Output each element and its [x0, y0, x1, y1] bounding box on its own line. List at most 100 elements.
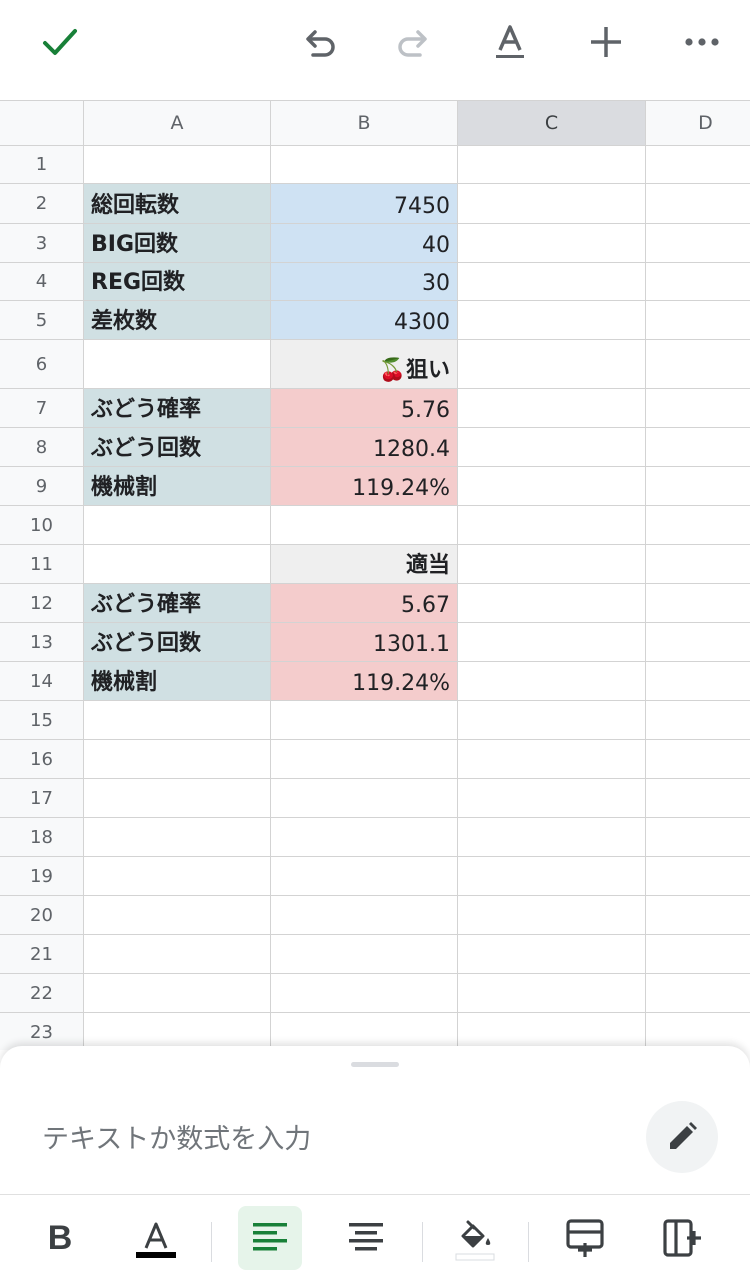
- cell-a13[interactable]: ぶどう回数: [84, 623, 271, 662]
- cell-c18[interactable]: [458, 818, 646, 857]
- cell-b8[interactable]: 1280.4: [271, 428, 458, 467]
- cell-c4[interactable]: [458, 263, 646, 301]
- cell-a16[interactable]: [84, 740, 271, 779]
- fill-color-button[interactable]: [443, 1206, 507, 1270]
- cell-c15[interactable]: [458, 701, 646, 740]
- cell-b23[interactable]: [271, 1013, 458, 1050]
- bold-button[interactable]: B: [28, 1206, 92, 1270]
- cell-d15[interactable]: [646, 701, 750, 740]
- cell-d11[interactable]: [646, 545, 750, 584]
- cell-b22[interactable]: [271, 974, 458, 1013]
- cell-c21[interactable]: [458, 935, 646, 974]
- cell-c16[interactable]: [458, 740, 646, 779]
- row-header[interactable]: 2: [0, 184, 84, 224]
- cell-a23[interactable]: [84, 1013, 271, 1050]
- cell-c2[interactable]: [458, 184, 646, 224]
- cell-b14[interactable]: 119.24%: [271, 662, 458, 701]
- cell-b6[interactable]: 🍒狙い: [271, 340, 458, 389]
- cell-d20[interactable]: [646, 896, 750, 935]
- cell-c7[interactable]: [458, 389, 646, 428]
- cell-d10[interactable]: [646, 506, 750, 545]
- column-header-a[interactable]: A: [84, 100, 271, 146]
- cell-a10[interactable]: [84, 506, 271, 545]
- cell-a6[interactable]: [84, 340, 271, 389]
- cell-d21[interactable]: [646, 935, 750, 974]
- cell-a17[interactable]: [84, 779, 271, 818]
- row-header[interactable]: 17: [0, 779, 84, 818]
- row-header[interactable]: 11: [0, 545, 84, 584]
- cell-b15[interactable]: [271, 701, 458, 740]
- cell-b20[interactable]: [271, 896, 458, 935]
- cell-a14[interactable]: 機械割: [84, 662, 271, 701]
- cell-c14[interactable]: [458, 662, 646, 701]
- cell-d12[interactable]: [646, 584, 750, 623]
- cell-b9[interactable]: 119.24%: [271, 467, 458, 506]
- row-header[interactable]: 15: [0, 701, 84, 740]
- cell-c19[interactable]: [458, 857, 646, 896]
- cell-c22[interactable]: [458, 974, 646, 1013]
- cell-b10[interactable]: [271, 506, 458, 545]
- cell-c5[interactable]: [458, 301, 646, 340]
- cell-c17[interactable]: [458, 779, 646, 818]
- cell-c11[interactable]: [458, 545, 646, 584]
- cell-d2[interactable]: [646, 184, 750, 224]
- row-header[interactable]: 23: [0, 1013, 84, 1050]
- cell-d14[interactable]: [646, 662, 750, 701]
- cell-c12[interactable]: [458, 584, 646, 623]
- insert-column-button[interactable]: [650, 1206, 714, 1270]
- cell-b1[interactable]: [271, 146, 458, 184]
- cell-a5[interactable]: 差枚数: [84, 301, 271, 340]
- cell-a8[interactable]: ぶどう回数: [84, 428, 271, 467]
- row-header[interactable]: 7: [0, 389, 84, 428]
- text-format-button[interactable]: [478, 10, 542, 74]
- align-center-button[interactable]: [334, 1206, 398, 1270]
- done-button[interactable]: [28, 10, 92, 74]
- cell-c13[interactable]: [458, 623, 646, 662]
- cell-b21[interactable]: [271, 935, 458, 974]
- cell-d18[interactable]: [646, 818, 750, 857]
- cell-b12[interactable]: 5.67: [271, 584, 458, 623]
- cell-d23[interactable]: [646, 1013, 750, 1050]
- cell-b18[interactable]: [271, 818, 458, 857]
- cell-b16[interactable]: [271, 740, 458, 779]
- column-header-d[interactable]: D: [646, 100, 750, 146]
- row-header[interactable]: 4: [0, 263, 84, 301]
- cell-c10[interactable]: [458, 506, 646, 545]
- cell-d19[interactable]: [646, 857, 750, 896]
- cell-b7[interactable]: 5.76: [271, 389, 458, 428]
- cell-d7[interactable]: [646, 389, 750, 428]
- cell-a2[interactable]: 総回転数: [84, 184, 271, 224]
- cell-b4[interactable]: 30: [271, 263, 458, 301]
- cell-d9[interactable]: [646, 467, 750, 506]
- insert-row-button[interactable]: [553, 1206, 617, 1270]
- cell-b13[interactable]: 1301.1: [271, 623, 458, 662]
- row-header[interactable]: 8: [0, 428, 84, 467]
- cell-d3[interactable]: [646, 224, 750, 263]
- text-color-button[interactable]: [124, 1206, 188, 1270]
- formula-input[interactable]: テキストか数式を入力: [42, 1114, 602, 1158]
- row-header[interactable]: 9: [0, 467, 84, 506]
- cell-c8[interactable]: [458, 428, 646, 467]
- cell-d17[interactable]: [646, 779, 750, 818]
- cell-a19[interactable]: [84, 857, 271, 896]
- cell-d5[interactable]: [646, 301, 750, 340]
- more-button[interactable]: [670, 10, 734, 74]
- cell-c23[interactable]: [458, 1013, 646, 1050]
- select-all-corner[interactable]: [0, 100, 84, 146]
- row-header[interactable]: 14: [0, 662, 84, 701]
- row-header[interactable]: 22: [0, 974, 84, 1013]
- cell-d6[interactable]: [646, 340, 750, 389]
- cell-d16[interactable]: [646, 740, 750, 779]
- cell-c6[interactable]: [458, 340, 646, 389]
- cell-a15[interactable]: [84, 701, 271, 740]
- cell-b19[interactable]: [271, 857, 458, 896]
- cell-d1[interactable]: [646, 146, 750, 184]
- cell-a18[interactable]: [84, 818, 271, 857]
- cell-d8[interactable]: [646, 428, 750, 467]
- cell-c9[interactable]: [458, 467, 646, 506]
- cell-a11[interactable]: [84, 545, 271, 584]
- row-header[interactable]: 6: [0, 340, 84, 389]
- cell-a21[interactable]: [84, 935, 271, 974]
- cell-b11[interactable]: 適当: [271, 545, 458, 584]
- edit-button[interactable]: [646, 1101, 718, 1173]
